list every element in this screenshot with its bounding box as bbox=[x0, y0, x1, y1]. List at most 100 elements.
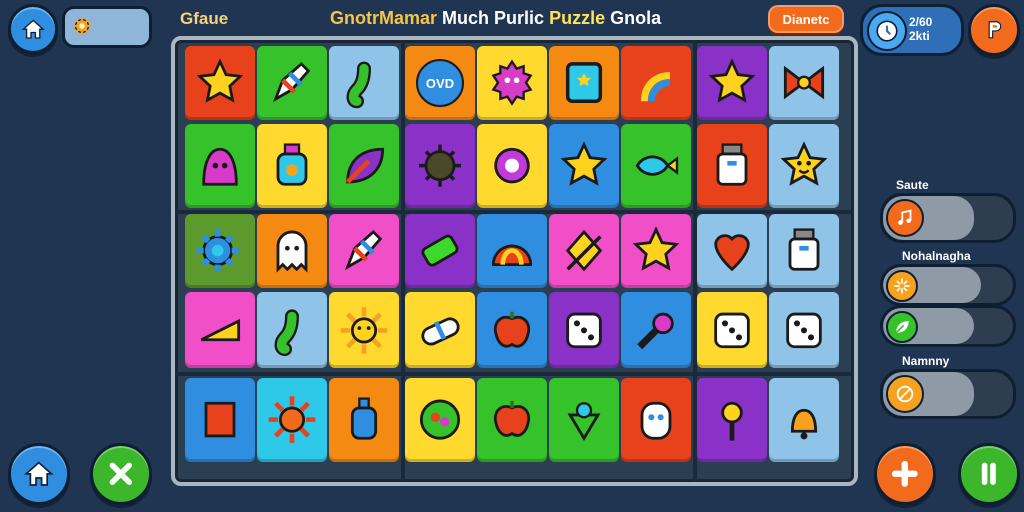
puzzle-tile[interactable] bbox=[405, 124, 475, 208]
mute-icon bbox=[886, 375, 924, 413]
puzzle-tile[interactable] bbox=[769, 124, 839, 208]
add-button[interactable] bbox=[874, 443, 936, 505]
puzzle-tile[interactable] bbox=[257, 378, 327, 462]
worm-icon bbox=[346, 62, 371, 109]
puzzle-tile[interactable] bbox=[697, 292, 767, 368]
pill-icon bbox=[421, 317, 460, 346]
timer-line-2: 2kti bbox=[909, 29, 930, 43]
puzzle-tile[interactable] bbox=[329, 124, 399, 208]
puzzle-tile[interactable] bbox=[329, 214, 399, 288]
scroll-icon bbox=[204, 402, 236, 438]
gear-icon bbox=[196, 230, 239, 272]
puzzle-tile[interactable] bbox=[697, 124, 767, 208]
eraser-icon bbox=[421, 235, 459, 267]
star-face-icon bbox=[780, 141, 828, 187]
puzzle-tile[interactable] bbox=[621, 46, 691, 120]
spark-icon bbox=[886, 270, 918, 302]
puzzle-tile[interactable] bbox=[697, 46, 767, 120]
puzzle-tile[interactable] bbox=[257, 214, 327, 288]
game-label: Gfaue bbox=[180, 9, 229, 28]
puzzle-tile[interactable] bbox=[697, 378, 767, 462]
puzzle-tile[interactable] bbox=[185, 214, 255, 288]
title-part-2: Much Purlic bbox=[442, 8, 545, 28]
meter-3[interactable] bbox=[880, 305, 1016, 347]
puzzle-tile[interactable] bbox=[477, 292, 547, 368]
board-divider bbox=[693, 40, 697, 482]
title-part-4: Gnola bbox=[610, 8, 662, 28]
puzzle-tile[interactable] bbox=[185, 124, 255, 208]
puzzle-tile[interactable] bbox=[477, 46, 547, 120]
ghost-icon bbox=[276, 231, 308, 274]
bow-icon bbox=[783, 66, 825, 100]
puzzle-tile[interactable] bbox=[405, 292, 475, 368]
pause-icon bbox=[982, 462, 996, 486]
puzzle-tile[interactable] bbox=[621, 214, 691, 288]
puzzle-tile[interactable] bbox=[621, 124, 691, 208]
jar-icon bbox=[716, 143, 748, 187]
puzzle-tile[interactable]: OVD bbox=[405, 46, 475, 120]
rainbow-icon bbox=[633, 65, 671, 102]
puzzle-tile[interactable] bbox=[329, 46, 399, 120]
puzzle-tile[interactable] bbox=[405, 378, 475, 462]
puzzle-tile[interactable] bbox=[329, 292, 399, 368]
rocket-icon bbox=[344, 230, 383, 271]
plus-icon bbox=[892, 461, 918, 487]
star-icon bbox=[708, 58, 756, 104]
puzzle-tile[interactable] bbox=[769, 214, 839, 288]
dice-icon bbox=[786, 312, 822, 348]
title-part-1: GnotrMamar bbox=[330, 8, 438, 28]
puzzle-tile[interactable] bbox=[185, 46, 255, 120]
puzzle-tile[interactable] bbox=[477, 378, 547, 462]
meter-2[interactable] bbox=[880, 264, 1016, 306]
fish-icon bbox=[635, 155, 679, 177]
dice-icon bbox=[714, 312, 750, 348]
meter-4[interactable] bbox=[880, 369, 1016, 419]
timer-panel: 2/60 2kti bbox=[860, 4, 964, 56]
puzzle-tile[interactable] bbox=[621, 378, 691, 462]
house-icon bbox=[21, 19, 45, 39]
meter-label-1: Saute bbox=[896, 178, 929, 192]
worm-icon bbox=[274, 308, 299, 356]
puzzle-tile[interactable] bbox=[257, 292, 327, 368]
leaf-icon bbox=[886, 311, 918, 343]
home-button[interactable] bbox=[8, 4, 58, 54]
page-title: GnotrMamar Much Purlic Puzzle Gnola bbox=[330, 8, 661, 29]
heart-icon bbox=[714, 234, 750, 272]
puzzle-tile[interactable] bbox=[697, 214, 767, 288]
pause-button[interactable] bbox=[958, 443, 1020, 505]
puzzle-tile[interactable] bbox=[185, 292, 255, 368]
heart-gem-icon bbox=[494, 148, 530, 184]
puzzle-tile[interactable] bbox=[329, 378, 399, 462]
puzzle-tile[interactable] bbox=[549, 292, 619, 368]
difficulty-button[interactable]: Dianetc bbox=[768, 5, 844, 33]
puzzle-tile[interactable] bbox=[769, 378, 839, 462]
robot-face-icon bbox=[640, 402, 672, 441]
puzzle-tile[interactable] bbox=[621, 292, 691, 368]
label-badge-icon: OVD bbox=[416, 59, 464, 107]
puzzle-tile[interactable] bbox=[769, 46, 839, 120]
star-icon bbox=[560, 141, 608, 187]
sun-face-icon bbox=[268, 396, 316, 444]
puzzle-tile[interactable] bbox=[477, 214, 547, 288]
puzzle-tile[interactable] bbox=[549, 124, 619, 208]
close-button[interactable] bbox=[90, 443, 152, 505]
puzzle-tile[interactable] bbox=[549, 214, 619, 288]
puzzle-tile[interactable] bbox=[769, 292, 839, 368]
meter-1[interactable] bbox=[880, 193, 1016, 243]
puzzle-tile[interactable] bbox=[549, 378, 619, 462]
bell-icon bbox=[790, 409, 818, 440]
puzzle-tile[interactable] bbox=[257, 46, 327, 120]
puzzle-tile[interactable] bbox=[185, 378, 255, 462]
puzzle-tile[interactable] bbox=[477, 124, 547, 208]
house-icon bbox=[24, 461, 54, 487]
title-part-3: Puzzle bbox=[549, 8, 606, 28]
timer-value: 2/60 2kti bbox=[909, 15, 932, 43]
home-bottom-button[interactable] bbox=[8, 443, 70, 505]
puzzle-tile[interactable] bbox=[405, 214, 475, 288]
bug-icon bbox=[419, 145, 461, 187]
pause-top-button[interactable] bbox=[968, 4, 1020, 56]
puzzle-tile[interactable] bbox=[257, 124, 327, 208]
kite-icon bbox=[565, 230, 603, 272]
shell-icon bbox=[491, 245, 533, 267]
puzzle-tile[interactable] bbox=[549, 46, 619, 120]
